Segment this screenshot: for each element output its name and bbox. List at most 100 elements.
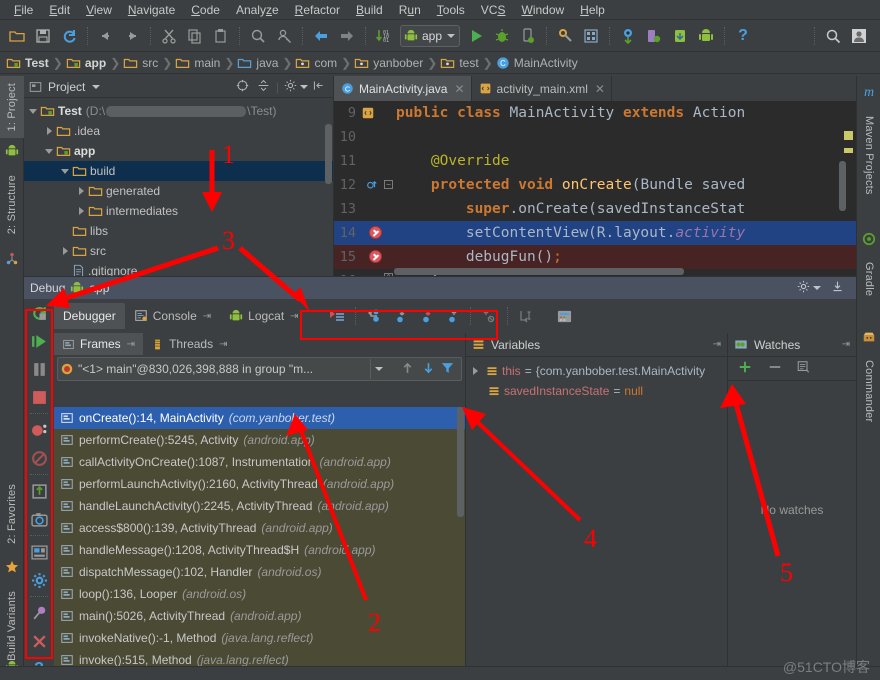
undo-icon[interactable] [94, 24, 118, 48]
run-button[interactable] [464, 24, 488, 48]
tree-item-generated[interactable]: generated [24, 181, 333, 201]
up-arrow-icon[interactable] [401, 361, 414, 378]
force-step-into-icon[interactable] [414, 304, 438, 328]
step-out-icon[interactable] [440, 304, 464, 328]
remove-watch-icon[interactable] [768, 360, 782, 377]
editor-horizontal-scrollbar[interactable] [394, 268, 684, 275]
menu-item-vcs[interactable]: VCS [473, 0, 514, 20]
sidebar-item-commander[interactable]: Commander [857, 350, 880, 432]
chevron-right-icon[interactable] [470, 365, 482, 377]
breadcrumb-item-mainactivity[interactable]: C MainActivity [496, 52, 581, 74]
tree-item-idea[interactable]: .idea [24, 121, 333, 141]
xml-link-icon[interactable] [362, 107, 374, 119]
menu-item-view[interactable]: View [78, 0, 120, 20]
avd-manager-icon[interactable] [579, 24, 603, 48]
restore-layout-icon[interactable] [24, 477, 54, 505]
redo-icon[interactable] [120, 24, 144, 48]
view-breakpoints-icon[interactable] [24, 416, 54, 444]
frame-row-0[interactable]: onCreate():14, MainActivity (com.yanbobe… [54, 407, 465, 429]
chevron-down-icon[interactable] [44, 145, 56, 157]
chevron-down-icon[interactable] [60, 165, 72, 177]
frame-row-7[interactable]: dispatchMessage():102, Handler (android.… [54, 561, 465, 583]
editor-marker-warning-2[interactable] [844, 148, 853, 153]
resume-program-icon[interactable] [24, 327, 54, 355]
find-usages-icon[interactable] [272, 24, 296, 48]
stop-icon[interactable] [24, 383, 54, 411]
sync-refresh-icon[interactable] [57, 24, 81, 48]
menu-item-tools[interactable]: Tools [429, 0, 473, 20]
frame-row-2[interactable]: callActivityOnCreate():1087, Instrumenta… [54, 451, 465, 473]
settings-gear-icon[interactable] [284, 79, 297, 95]
show-execution-point-icon[interactable] [325, 304, 349, 328]
chevron-down-icon[interactable] [447, 34, 455, 38]
pin-tab-icon[interactable]: ⇥ [127, 339, 135, 350]
tab-activity-main-xml[interactable]: activity_main.xml ✕ [472, 76, 612, 101]
tree-item-app[interactable]: app [24, 141, 333, 161]
menu-item-code[interactable]: Code [183, 0, 228, 20]
menu-item-navigate[interactable]: Navigate [120, 0, 183, 20]
chevron-down-icon[interactable] [92, 85, 100, 89]
vcs-icon[interactable] [0, 246, 24, 272]
menu-item-analyze[interactable]: Analyze [228, 0, 287, 20]
editor-vertical-scrollbar[interactable] [839, 161, 846, 211]
cut-icon[interactable] [157, 24, 181, 48]
breakpoint-hit-icon[interactable] [369, 250, 382, 263]
chevron-right-icon[interactable] [44, 125, 56, 137]
edit-watch-icon[interactable] [796, 360, 811, 377]
pin-tab-icon[interactable] [24, 599, 54, 627]
search-everywhere-icon[interactable] [821, 24, 845, 48]
tab-debugger[interactable]: Debugger [54, 303, 125, 329]
hide-icon[interactable] [831, 280, 844, 296]
gutter-marker[interactable]: ^ [360, 269, 392, 276]
chevron-down-icon[interactable] [28, 105, 40, 117]
breadcrumb-item-test[interactable]: Test [6, 52, 52, 74]
tab-logcat[interactable]: Logcat ⇥ [220, 303, 307, 329]
rerun-icon[interactable] [24, 299, 54, 327]
settings-gear-icon[interactable] [797, 280, 810, 296]
gutter-marker[interactable] [360, 101, 392, 125]
breadcrumb-item-com[interactable]: com [295, 52, 340, 74]
frames-vertical-scrollbar[interactable] [457, 407, 464, 517]
project-tree[interactable]: Test (D:\\Test) .idea app build [24, 98, 333, 276]
code-view[interactable]: 9 public class MainActivity extends Acti… [334, 101, 856, 276]
menu-item-window[interactable]: Window [513, 0, 572, 20]
forward-icon[interactable] [335, 24, 359, 48]
settings-gear-icon[interactable] [24, 566, 54, 594]
code-fold-icon[interactable]: − [384, 180, 393, 189]
android-device-icon[interactable] [668, 24, 692, 48]
run-configuration-selector[interactable]: app [400, 25, 460, 47]
help-icon[interactable]: ? [731, 24, 755, 48]
thread-selector[interactable]: "<1> main"@830,026,398,888 in group "m..… [57, 357, 462, 381]
override-icon[interactable] [367, 179, 378, 190]
chevron-right-icon[interactable] [76, 185, 88, 197]
tree-item-build[interactable]: build [24, 161, 333, 181]
chevron-right-icon[interactable] [60, 245, 72, 257]
android-icon[interactable] [0, 138, 24, 164]
menu-item-edit[interactable]: Edit [41, 0, 78, 20]
chevron-down-icon[interactable] [813, 286, 821, 290]
drop-frame-icon[interactable] [477, 304, 501, 328]
pin-tab-icon[interactable]: ⇥ [219, 339, 227, 350]
breadcrumb-item-test-pkg[interactable]: test [440, 52, 481, 74]
tree-item-src[interactable]: src [24, 241, 333, 261]
breadcrumb-item-main[interactable]: main [175, 52, 223, 74]
pause-program-icon[interactable] [24, 355, 54, 383]
sidebar-item-maven-projects[interactable]: Maven Projects [857, 106, 880, 204]
copy-icon[interactable] [183, 24, 207, 48]
frame-row-8[interactable]: loop():136, Looper (android.os) [54, 583, 465, 605]
run-to-cursor-icon[interactable] [514, 304, 538, 328]
menu-item-run[interactable]: Run [391, 0, 429, 20]
maven-icon[interactable]: m [857, 80, 880, 106]
frame-row-11[interactable]: invoke():515, Method (java.lang.reflect) [54, 649, 465, 666]
android-icon[interactable] [694, 24, 718, 48]
chevron-down-icon[interactable] [370, 359, 387, 379]
tab-threads[interactable]: Threads ⇥ [143, 333, 235, 355]
breadcrumb-item-java[interactable]: java [237, 52, 281, 74]
screenshot-icon[interactable] [24, 505, 54, 533]
tab-console[interactable]: Console ⇥ [125, 303, 220, 329]
chevron-down-icon-2[interactable] [300, 85, 308, 89]
sidebar-item-project[interactable]: 1: Project [0, 76, 24, 138]
close-icon[interactable] [24, 627, 54, 655]
find-icon[interactable] [246, 24, 270, 48]
mute-breakpoints-icon[interactable] [24, 444, 54, 472]
